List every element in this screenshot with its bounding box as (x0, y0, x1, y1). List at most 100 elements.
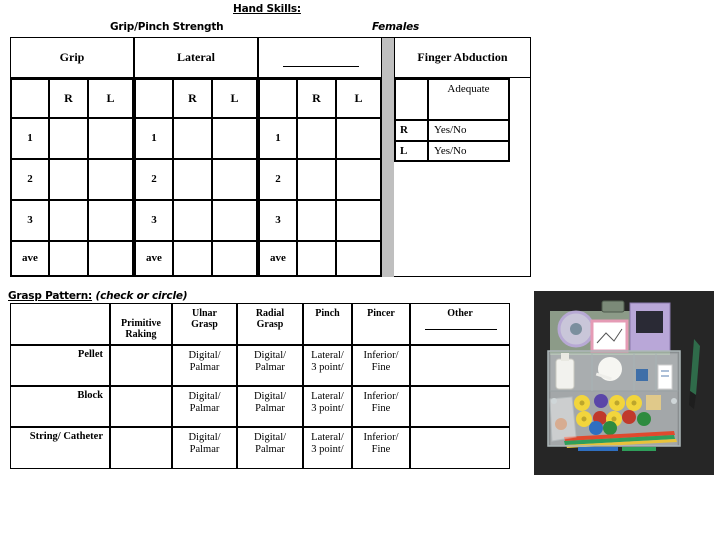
grasp-header-other-label: Other (447, 308, 473, 319)
grasp-pellet-ulnar-cell[interactable]: Digital/ Palmar (172, 345, 237, 386)
grasp-block-primitive-cell[interactable] (110, 386, 172, 427)
grip-trial-2-l-input[interactable] (88, 159, 133, 200)
grasp-string-other-cell[interactable] (410, 427, 510, 469)
grasp-string-ulnar-cell[interactable]: Digital/ Palmar (172, 427, 237, 469)
group-header-finger-abduction: Finger Abduction (394, 37, 531, 78)
blank-ave-l-input[interactable] (336, 241, 381, 276)
blank-trial-1-l-input[interactable] (336, 118, 381, 159)
lateral-trial-1: 1 (135, 118, 173, 159)
group-header-grip: Grip (10, 37, 134, 78)
grip-col-l-label: L (106, 90, 115, 105)
lateral-trial-3-l-input[interactable] (212, 200, 257, 241)
grasp-block-pincer-cell[interactable]: Inferior/ Fine (352, 386, 410, 427)
blank-trial-3-l-input[interactable] (336, 200, 381, 241)
grip-trial-2-r-input[interactable] (49, 159, 88, 200)
grasp-pellet-ulnar-value: Digital/ Palmar (188, 350, 221, 373)
blank-ave-r-input[interactable] (297, 241, 336, 276)
finger-abduction-adequate-label: Adequate (447, 83, 490, 95)
grip-ave-r-input[interactable] (49, 241, 88, 276)
grasp-header-pinch: Pinch (303, 303, 352, 345)
blank-trial-1-r-input[interactable] (297, 118, 336, 159)
lateral-trial-3-r-input[interactable] (173, 200, 212, 241)
grasp-block-radial-cell[interactable]: Digital/ Palmar (237, 386, 303, 427)
blank-trial-2-label: 2 (275, 173, 281, 186)
grasp-header-corner (10, 303, 110, 345)
blank-trial-2-r-input[interactable] (297, 159, 336, 200)
grasp-row-label-string-catheter: String/ Catheter (10, 427, 110, 469)
grip-trial-1-l-input[interactable] (88, 118, 133, 159)
page-title: Hand Skills: (233, 3, 301, 15)
grasp-block-pincer-value: Inferior/ Fine (363, 391, 399, 414)
finger-abduction-row-l-side: L (395, 141, 428, 162)
blank-trial-ave-label: ave (270, 252, 286, 265)
group-header-blank[interactable] (258, 37, 382, 78)
grip-trial-ave-label: ave (22, 252, 38, 265)
grip-col-l[interactable]: L (88, 79, 133, 118)
finger-abduction-row-l-value[interactable]: Yes/No (428, 141, 509, 162)
lateral-trial-1-r-input[interactable] (173, 118, 212, 159)
grasp-string-primitive-cell[interactable] (110, 427, 172, 469)
lateral-ave-r-input[interactable] (173, 241, 212, 276)
blank-trial-3-r-input[interactable] (297, 200, 336, 241)
grasp-pellet-pincer-cell[interactable]: Inferior/ Fine (352, 345, 410, 386)
grasp-row-label-pellet: Pellet (10, 345, 110, 386)
grasp-pattern-instruction: (check or circle) (95, 290, 188, 302)
grasp-row-label-block: Block (10, 386, 110, 427)
blank-trial-2: 2 (259, 159, 297, 200)
blank-trial-1: 1 (259, 118, 297, 159)
grasp-block-radial-value: Digital/ Palmar (253, 391, 287, 414)
blank-trial-3: 3 (259, 200, 297, 241)
grasp-string-radial-cell[interactable]: Digital/ Palmar (237, 427, 303, 469)
finger-abduction-adequate-header: Adequate (428, 79, 509, 120)
grip-ave-l-input[interactable] (88, 241, 133, 276)
grasp-string-ulnar-value: Digital/ Palmar (188, 432, 221, 455)
lateral-trial-2: 2 (135, 159, 173, 200)
grasp-pellet-pinch-cell[interactable]: Lateral/ 3 point/ (303, 345, 352, 386)
lateral-col-r[interactable]: R (173, 79, 212, 118)
grasp-string-pinch-cell[interactable]: Lateral/ 3 point/ (303, 427, 352, 469)
finger-abduction-row-r-value[interactable]: Yes/No (428, 120, 509, 141)
lateral-col-l[interactable]: L (212, 79, 257, 118)
blank-trial-1-label: 1 (275, 132, 281, 145)
grasp-string-pincer-cell[interactable]: Inferior/ Fine (352, 427, 410, 469)
grasp-string-radial-value: Digital/ Palmar (253, 432, 287, 455)
grip-col-r[interactable]: R (49, 79, 88, 118)
grasp-header-primitive-raking-label: Primitive Raking (121, 318, 161, 340)
blank-col-r-label: R (312, 90, 321, 105)
grasp-block-other-cell[interactable] (410, 386, 510, 427)
lateral-ave-l-input[interactable] (212, 241, 257, 276)
grasp-block-ulnar-cell[interactable]: Digital/ Palmar (172, 386, 237, 427)
blank-col-l[interactable]: L (336, 79, 381, 118)
lateral-trial-2-l-input[interactable] (212, 159, 257, 200)
grasp-header-ulnar-grasp-label: Ulnar Grasp (191, 308, 218, 330)
grasp-pattern-caption: Grasp Pattern: (check or circle) (8, 290, 188, 302)
blank-col-r[interactable]: R (297, 79, 336, 118)
finger-abduction-r-label: R (400, 124, 408, 137)
grip-pinch-strength-label: Grip/Pinch Strength (110, 21, 224, 33)
blank-trial-3-label: 3 (275, 214, 281, 227)
blank-col-trial (259, 79, 297, 118)
grip-trial-1-r-input[interactable] (49, 118, 88, 159)
grip-trial-1: 1 (11, 118, 49, 159)
finger-abduction-r-value: Yes/No (434, 124, 467, 137)
grip-col-r-label: R (64, 90, 73, 105)
grasp-block-pinch-cell[interactable]: Lateral/ 3 point/ (303, 386, 352, 427)
grasp-pellet-radial-cell[interactable]: Digital/ Palmar (237, 345, 303, 386)
grip-trial-3-r-input[interactable] (49, 200, 88, 241)
finger-abduction-row-r-side: R (395, 120, 428, 141)
lateral-trial-1-l-input[interactable] (212, 118, 257, 159)
grasp-pellet-pincer-value: Inferior/ Fine (363, 350, 399, 373)
grasp-block-ulnar-value: Digital/ Palmar (188, 391, 221, 414)
grip-trial-3-l-input[interactable] (88, 200, 133, 241)
grasp-pattern-label: Grasp Pattern: (8, 290, 93, 302)
grasp-pellet-pinch-value: Lateral/ 3 point/ (311, 350, 344, 373)
grasp-pellet-primitive-cell[interactable] (110, 345, 172, 386)
blank-trial-2-l-input[interactable] (336, 159, 381, 200)
grasp-header-pincer: Pincer (352, 303, 410, 345)
grasp-pellet-other-cell[interactable] (410, 345, 510, 386)
grasp-header-primitive-raking: Primitive Raking (110, 303, 172, 345)
assessment-kit-photo (534, 291, 714, 475)
lateral-trial-2-r-input[interactable] (173, 159, 212, 200)
lateral-trial-1-label: 1 (151, 132, 157, 145)
grasp-string-pinch-value: Lateral/ 3 point/ (311, 432, 344, 455)
